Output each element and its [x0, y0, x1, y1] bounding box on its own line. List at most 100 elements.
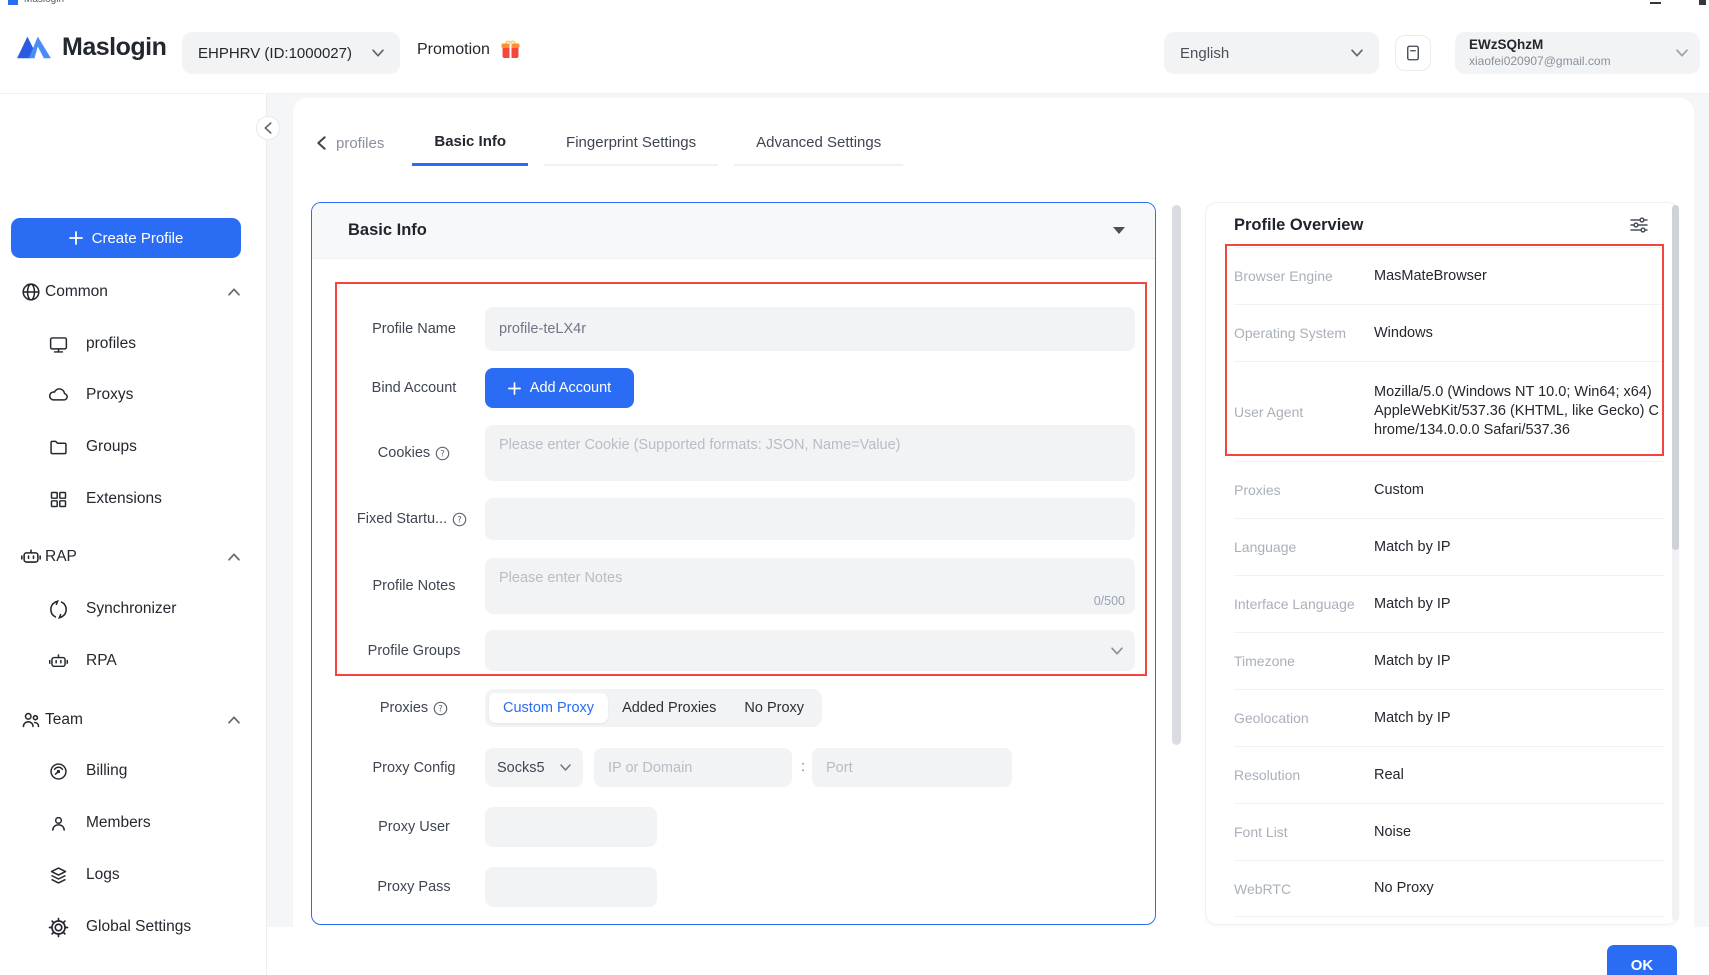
add-account-button[interactable]: Add Account — [485, 368, 634, 408]
proxy-pass-label: Proxy Pass — [353, 867, 475, 907]
document-icon — [1404, 44, 1422, 62]
chevron-down-icon — [372, 49, 384, 57]
plus-icon — [508, 382, 521, 395]
sidebar-collapse-button[interactable] — [256, 116, 280, 140]
basic-info-panel: Basic Info Profile Name Bind Account Add… — [311, 202, 1156, 925]
overview-row-proxies: Proxies Custom — [1234, 461, 1664, 518]
overview-row-value: Real — [1374, 766, 1664, 785]
sidebar-section-rap[interactable]: RAP — [0, 533, 267, 581]
form-row-profile-name: Profile Name — [312, 307, 1155, 351]
help-icon[interactable]: ? — [433, 701, 448, 716]
chevron-up-icon — [228, 553, 240, 561]
proxies-segmented-control: Custom Proxy Added Proxies No Proxy — [485, 689, 822, 727]
user-email: xiaofei020907@gmail.com — [1469, 54, 1611, 69]
overview-title: Profile Overview — [1234, 216, 1363, 235]
sidebar-section-common[interactable]: Common — [0, 268, 267, 316]
sidebar-item-groups[interactable]: Groups — [0, 423, 267, 471]
breadcrumb-back-profiles[interactable]: profiles — [311, 120, 396, 166]
caret-down-icon — [1113, 227, 1125, 234]
overview-row-interface-language: Interface Language Match by IP — [1234, 575, 1664, 632]
overview-row-browser-engine: Browser Engine MasMateBrowser — [1234, 247, 1664, 304]
proxies-option-custom-proxy[interactable]: Custom Proxy — [489, 693, 608, 723]
proxy-protocol-value: Socks5 — [497, 760, 545, 776]
content-scrollbar[interactable] — [1172, 205, 1181, 745]
sidebar-item-synchronizer[interactable]: Synchronizer — [0, 585, 267, 633]
sidebar-item-members[interactable]: Members — [0, 799, 267, 847]
workspace-selector[interactable]: EHPHRV (ID:1000027) — [182, 32, 400, 74]
gift-icon — [500, 39, 521, 60]
overview-row-value: MasMateBrowser — [1374, 267, 1664, 286]
create-profile-label: Create Profile — [92, 230, 184, 247]
sidebar-label-members: Members — [86, 814, 151, 832]
overview-scrollbar[interactable] — [1672, 205, 1679, 550]
cookies-textarea[interactable] — [485, 425, 1135, 481]
person-icon — [48, 813, 69, 834]
sidebar-item-global-settings[interactable]: Global Settings — [0, 903, 267, 951]
window-menu-icon[interactable] — [1699, 0, 1706, 5]
window-titlebar: Maslogin — [0, 0, 1709, 6]
add-account-label: Add Account — [530, 380, 611, 396]
tab-fingerprint-settings[interactable]: Fingerprint Settings — [544, 120, 718, 166]
svg-text:?: ? — [457, 515, 462, 525]
language-value: English — [1180, 45, 1229, 62]
overview-row-label: Timezone — [1234, 653, 1374, 669]
language-selector[interactable]: English — [1164, 32, 1379, 74]
sync-icon — [48, 599, 69, 620]
sidebar-item-extensions[interactable]: Extensions — [0, 475, 267, 523]
profile-notes-textarea[interactable] — [485, 558, 1135, 614]
proxies-option-no-proxy[interactable]: No Proxy — [730, 693, 818, 723]
sidebar-item-rpa[interactable]: RPA — [0, 637, 267, 685]
team-icon — [20, 709, 42, 731]
cookies-label-text: Cookies — [378, 445, 430, 461]
proxy-protocol-select[interactable]: Socks5 — [485, 748, 583, 787]
proxy-host-input[interactable] — [594, 748, 792, 787]
promotion-link[interactable]: Promotion — [417, 39, 521, 60]
sidebar-item-billing[interactable]: Billing — [0, 747, 267, 795]
sidebar-label-global-settings: Global Settings — [86, 918, 191, 936]
host-port-separator: : — [801, 748, 805, 787]
sidebar-item-profiles[interactable]: profiles — [0, 320, 267, 368]
sidebar-item-logs[interactable]: Logs — [0, 851, 267, 899]
sliders-icon[interactable] — [1630, 217, 1648, 233]
ok-button[interactable]: OK — [1607, 945, 1677, 975]
tab-bar: profiles Basic Info Fingerprint Settings… — [311, 120, 903, 166]
help-icon[interactable]: ? — [435, 446, 450, 461]
sidebar: Create Profile Common profiles Proxys — [0, 94, 267, 975]
chevron-down-icon — [1351, 49, 1363, 57]
sidebar-item-subscription-purchase[interactable]: Subscription Purchase — [0, 961, 267, 975]
documentation-button[interactable] — [1395, 35, 1431, 71]
create-profile-button[interactable]: Create Profile — [11, 218, 241, 258]
minimize-icon[interactable] — [1650, 2, 1661, 4]
sidebar-label-common: Common — [45, 283, 108, 301]
user-name: EWzSQhzM — [1469, 37, 1611, 54]
overview-row-font-list: Font List Noise — [1234, 803, 1664, 860]
sidebar-section-team[interactable]: Team — [0, 696, 267, 744]
sidebar-label-profiles: profiles — [86, 335, 136, 353]
page-footer: OK — [267, 927, 1709, 975]
plus-icon — [69, 231, 83, 245]
tab-advanced-settings[interactable]: Advanced Settings — [734, 120, 903, 166]
proxies-option-added-proxies[interactable]: Added Proxies — [608, 693, 730, 723]
profile-groups-select[interactable] — [485, 630, 1135, 671]
app-logo: Maslogin — [15, 31, 166, 63]
top-header: Maslogin EHPHRV (ID:1000027) Promotion E… — [0, 6, 1709, 94]
overview-row-label: User Agent — [1234, 404, 1374, 420]
proxy-port-input[interactable] — [812, 748, 1012, 787]
overview-row-geolocation: Geolocation Match by IP — [1234, 689, 1664, 746]
proxy-pass-input[interactable] — [485, 867, 657, 907]
profile-name-input[interactable] — [485, 307, 1135, 351]
maslogin-logo-icon — [15, 31, 53, 63]
user-account-menu[interactable]: EWzSQhzM xiaofei020907@gmail.com — [1455, 32, 1700, 74]
overview-row-resolution: Resolution Real — [1234, 746, 1664, 803]
proxy-user-input[interactable] — [485, 807, 657, 847]
fixed-startup-textarea[interactable] — [485, 498, 1135, 540]
sidebar-item-proxys[interactable]: Proxys — [0, 371, 267, 419]
help-icon[interactable]: ? — [452, 512, 467, 527]
chevron-up-icon — [228, 716, 240, 724]
basic-info-panel-header[interactable]: Basic Info — [312, 203, 1155, 259]
fixed-startup-label: Fixed Startu... ? — [342, 498, 482, 540]
form-row-profile-notes: Profile Notes 0/500 — [312, 558, 1155, 614]
form-row-proxy-config: Proxy Config Socks5 : — [312, 748, 1155, 787]
workspace-name: EHPHRV (ID:1000027) — [198, 45, 352, 62]
tab-basic-info[interactable]: Basic Info — [412, 120, 528, 166]
